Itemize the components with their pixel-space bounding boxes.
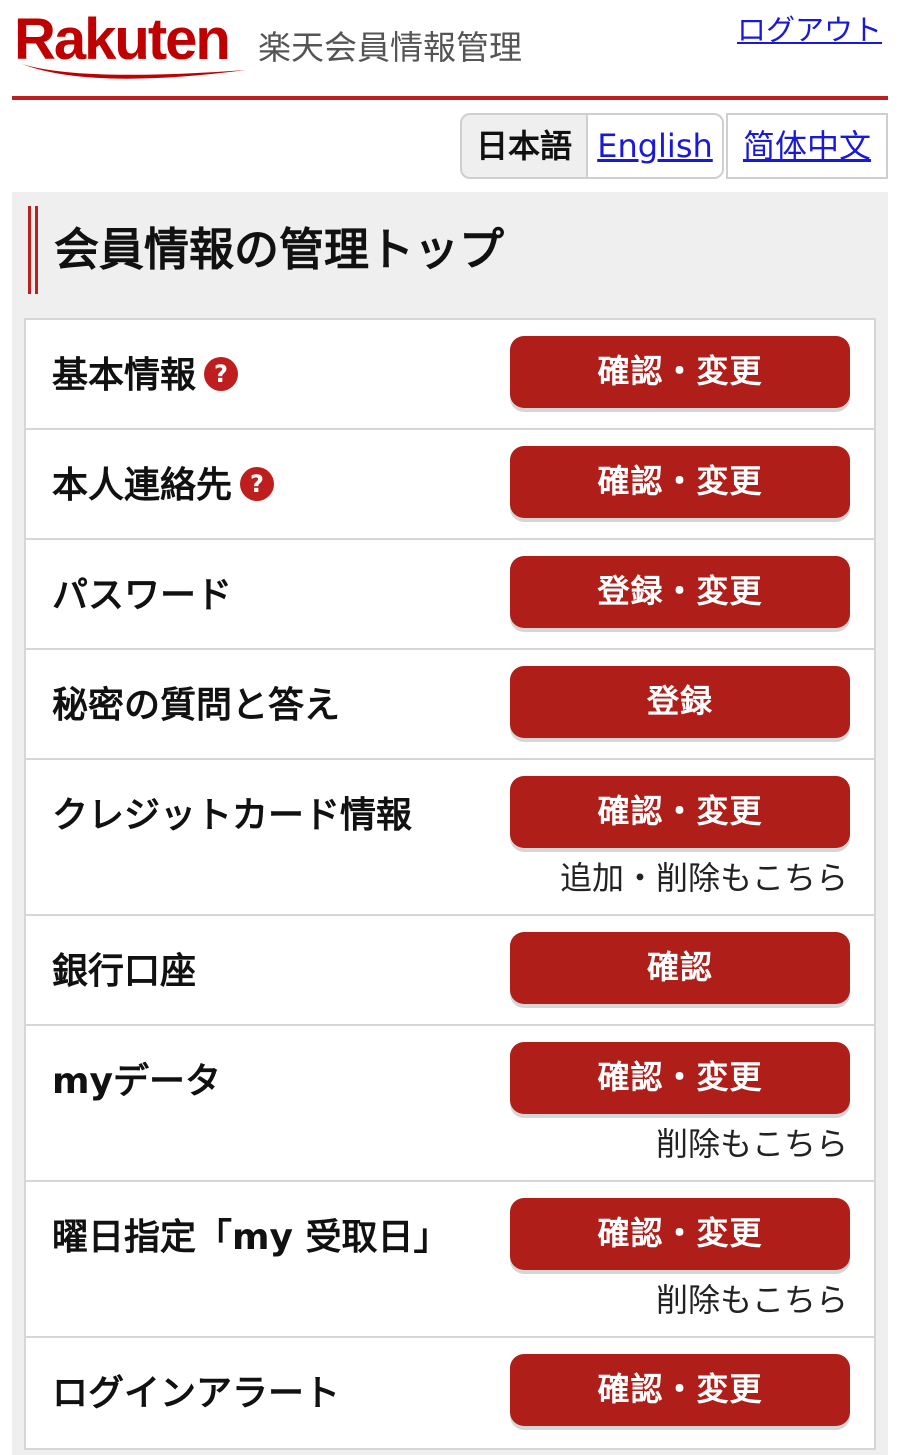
list-item-password: パスワード 登録・変更 <box>26 540 874 650</box>
list-item-my-data: myデータ 確認・変更 削除もこちら <box>26 1026 874 1182</box>
row-label: 曜日指定「my 受取日」 <box>52 1217 450 1258</box>
basic-info-edit-button[interactable]: 確認・変更 <box>510 336 850 408</box>
row-label: 本人連絡先? <box>52 462 275 510</box>
list-item-contact: 本人連絡先? 確認・変更 <box>26 430 874 540</box>
my-data-edit-button[interactable]: 確認・変更 <box>510 1042 850 1114</box>
language-chinese-link[interactable]: 简体中文 <box>726 113 888 179</box>
password-register-button[interactable]: 登録・変更 <box>510 556 850 628</box>
row-label: 基本情報? <box>52 352 239 400</box>
row-label: ログインアラート <box>52 1373 341 1414</box>
site-title: 楽天会員情報管理 <box>258 28 522 67</box>
my-data-note: 削除もこちら <box>655 1125 848 1163</box>
list-item-bank-account: 銀行口座 確認 <box>26 916 874 1026</box>
list-item-credit-card: クレジットカード情報 確認・変更 追加・削除もこちら <box>26 760 874 916</box>
language-english-link[interactable]: English <box>586 113 724 179</box>
delivery-day-edit-button[interactable]: 確認・変更 <box>510 1198 850 1270</box>
bank-account-view-button[interactable]: 確認 <box>510 932 850 1004</box>
header: Rakuten 楽天会員情報管理 ログアウト <box>0 0 900 100</box>
list-item-secret-question: 秘密の質問と答え 登録 <box>26 650 874 760</box>
help-icon[interactable]: ? <box>240 467 275 501</box>
secret-question-register-button[interactable]: 登録 <box>510 666 850 738</box>
row-label: クレジットカード情報 <box>52 795 413 836</box>
list-item-delivery-day: 曜日指定「my 受取日」 確認・変更 削除もこちら <box>26 1182 874 1338</box>
row-label: 秘密の質問と答え <box>52 685 341 726</box>
contact-edit-button[interactable]: 確認・変更 <box>510 446 850 518</box>
row-label: myデータ <box>52 1061 221 1102</box>
language-japanese: 日本語 <box>460 113 588 179</box>
delivery-day-note: 削除もこちら <box>655 1281 848 1319</box>
help-icon[interactable]: ? <box>204 357 239 391</box>
login-alert-edit-button[interactable]: 確認・変更 <box>510 1354 850 1426</box>
header-divider <box>12 96 888 100</box>
row-label: 銀行口座 <box>52 951 197 992</box>
list-item-basic-info: 基本情報? 確認・変更 <box>26 320 874 430</box>
logout-link[interactable]: ログアウト <box>737 12 882 48</box>
list-item-login-alert: ログインアラート 確認・変更 <box>26 1338 874 1448</box>
page-title: 会員情報の管理トップ <box>54 223 505 276</box>
section-accent-bar <box>28 206 42 294</box>
credit-card-edit-button[interactable]: 確認・変更 <box>510 776 850 848</box>
member-info-list: 基本情報? 確認・変更 本人連絡先? 確認・変更 パスワード 登録・変更 秘密の… <box>24 318 876 1450</box>
row-label: パスワード <box>52 575 233 616</box>
logo-swoosh-icon <box>22 64 246 79</box>
credit-card-note: 追加・削除もこちら <box>559 859 848 897</box>
